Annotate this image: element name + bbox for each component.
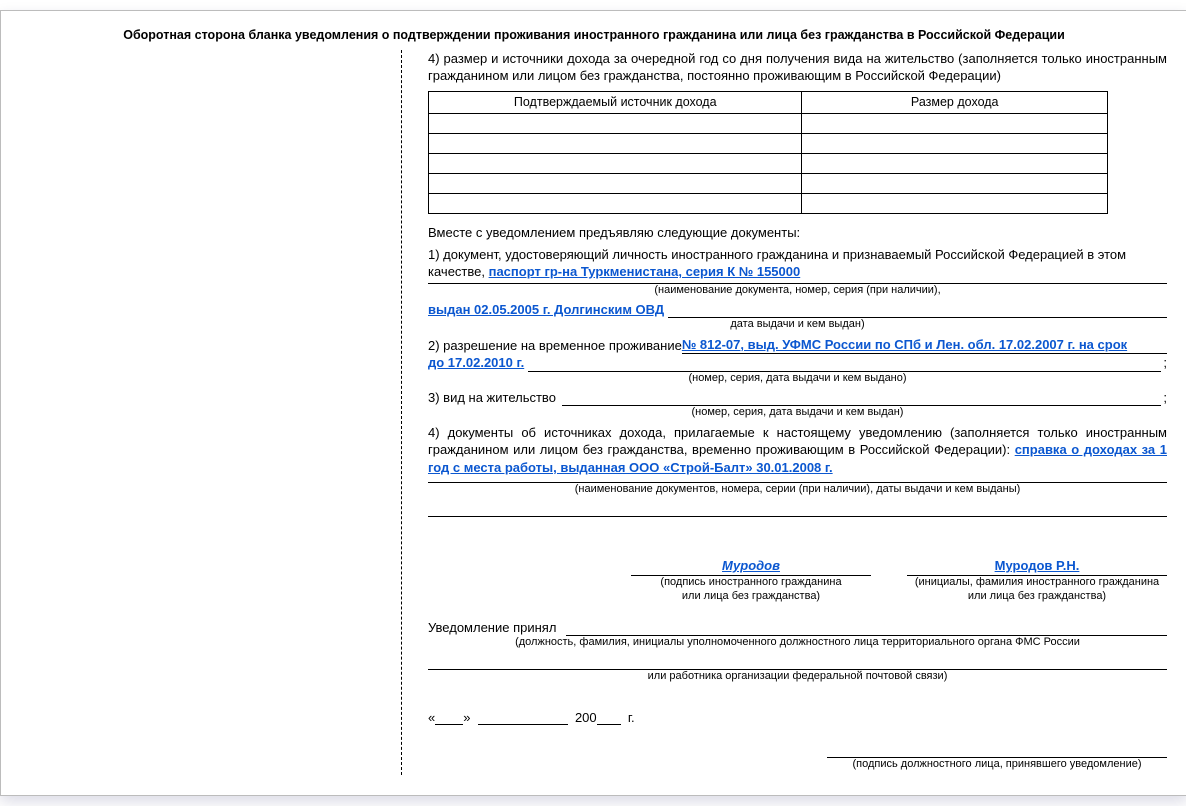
doc3: 3) вид на жительство ;	[428, 389, 1167, 407]
signature-initials: Муродов Р.Н.	[907, 557, 1167, 576]
income-col2: Размер дохода	[802, 91, 1108, 113]
doc4: 4) документы об источниках дохода, прила…	[428, 424, 1167, 477]
document-sheet: Оборотная сторона бланка уведомления о п…	[0, 10, 1186, 796]
tear-off-stub	[21, 50, 402, 775]
doc1-hint: (наименование документа, номер, серия (п…	[428, 284, 1167, 297]
income-table: Подтверждаемый источник дохода Размер до…	[428, 91, 1108, 214]
doc2-value-part1: № 812-07, выд. УФМС России по СПб и Лен.…	[682, 336, 1167, 355]
doc3-hint: (номер, серия, дата выдачи и кем выдан)	[428, 406, 1167, 419]
doc1-hint2: дата выдачи и кем выдан)	[428, 318, 1167, 331]
documents-intro: Вместе с уведомлением предъявляю следующ…	[428, 224, 1167, 242]
doc3-label: 3) вид на жительство	[428, 389, 556, 407]
doc1: 1) документ, удостоверяющий личность ино…	[428, 246, 1167, 281]
accept-hint1: (должность, фамилия, инициалы уполномоче…	[428, 636, 1167, 649]
signatures: Муродов (подпись иностранного гражданина…	[428, 557, 1167, 602]
doc1-value: паспорт гр-на Туркменистана, серия К № 1…	[489, 264, 801, 279]
accept-hint2: или работника организации федеральной по…	[428, 670, 1167, 683]
doc1-issued: выдан 02.05.2005 г. Долгинским ОВД	[428, 301, 664, 319]
doc2: 2) разрешение на временное проживание № …	[428, 336, 1167, 355]
doc2-label: 2) разрешение на временное проживание	[428, 337, 682, 355]
doc2-value-part2: до 17.02.2010 г.	[428, 354, 524, 372]
official-signature: (подпись должностного лица, принявшего у…	[827, 743, 1167, 775]
signature-surname: Муродов	[631, 557, 871, 576]
accepted-by: Уведомление принял	[428, 619, 1167, 637]
income-col1: Подтверждаемый источник дохода	[429, 91, 802, 113]
date-line: «» 200 г.	[428, 710, 1167, 725]
item-4-income: 4) размер и источники дохода за очередно…	[428, 50, 1167, 85]
page-title: Оборотная сторона бланка уведомления о п…	[21, 27, 1167, 44]
doc4-hint: (наименование документов, номера, серии …	[428, 483, 1167, 496]
main-content: 4) размер и источники дохода за очередно…	[402, 50, 1167, 775]
accept-label: Уведомление принял	[428, 619, 556, 637]
doc2-hint: (номер, серия, дата выдачи и кем выдано)	[428, 372, 1167, 385]
